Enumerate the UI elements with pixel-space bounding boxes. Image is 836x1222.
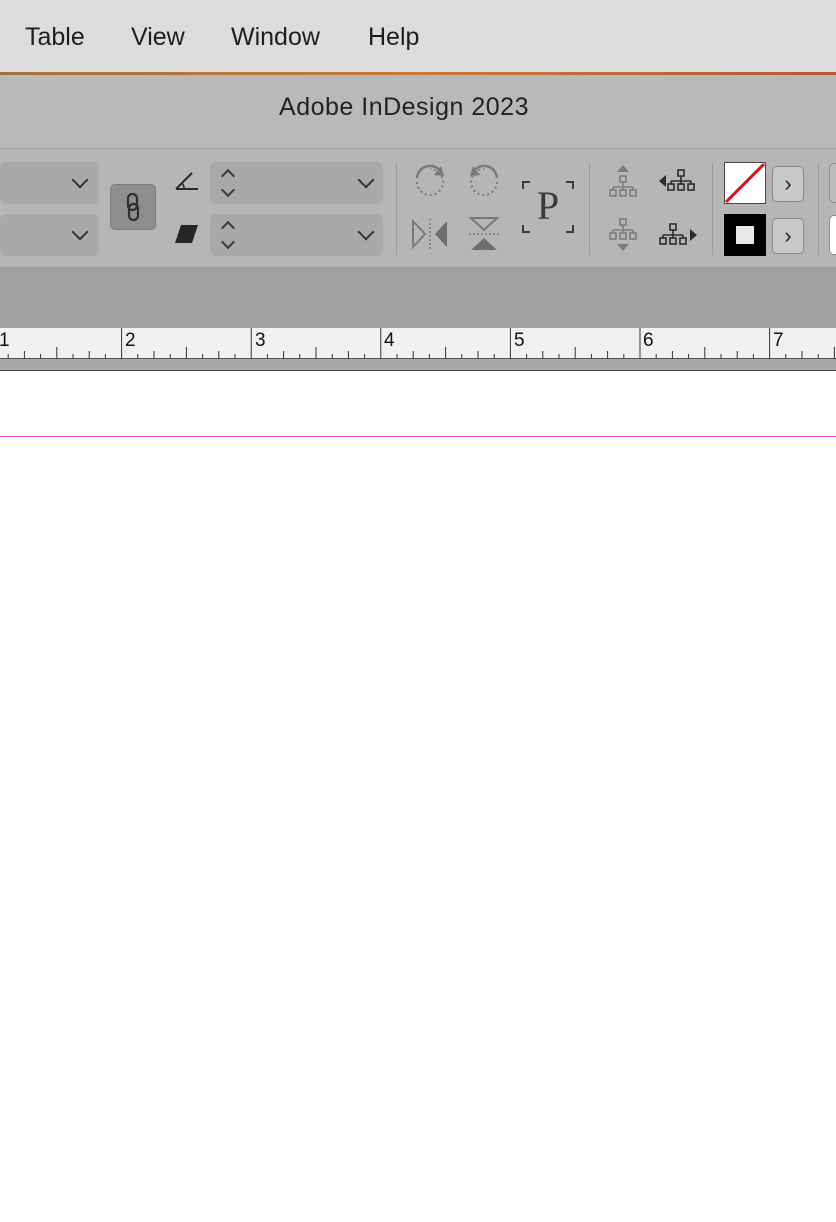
constrain-proportions-button[interactable] — [110, 184, 156, 230]
stroke-menu-button[interactable]: › — [772, 218, 804, 254]
window-title: Adobe InDesign 2023 — [279, 93, 529, 121]
chevron-right-icon: › — [784, 171, 792, 196]
select-next-object-icon[interactable] — [658, 223, 698, 249]
ruler-number: 6 — [643, 330, 654, 351]
menu-table[interactable]: Table — [25, 22, 85, 52]
divider — [712, 163, 713, 255]
rotation-stepper[interactable] — [220, 168, 236, 198]
divider — [396, 163, 397, 255]
width-dropdown[interactable] — [0, 162, 99, 204]
menu-window[interactable]: Window — [231, 22, 320, 52]
shear-angle-icon — [175, 225, 198, 243]
chevron-down-icon — [357, 223, 375, 241]
fill-swatch[interactable] — [724, 162, 766, 204]
margin-guide — [0, 436, 836, 437]
ruler-number: 5 — [514, 330, 525, 351]
divider — [589, 163, 590, 255]
ruler-number: 1 — [0, 330, 10, 351]
select-previous-object-icon[interactable] — [658, 169, 698, 195]
height-dropdown[interactable] — [0, 214, 99, 256]
flip-horizontal-icon[interactable] — [410, 217, 450, 251]
reference-point-proxy[interactable]: P — [520, 179, 576, 235]
stroke-weight-field[interactable] — [829, 163, 836, 203]
shear-stepper[interactable] — [220, 220, 236, 250]
rotation-angle-icon — [175, 172, 198, 190]
chevron-down-icon — [357, 171, 375, 189]
horizontal-ruler[interactable]: 1 2 3 4 5 6 7 — [0, 328, 836, 359]
app-menubar: Table View Window Help — [0, 0, 836, 74]
chevron-down-icon — [71, 171, 89, 189]
stroke-swatch[interactable] — [724, 214, 766, 256]
pasteboard-edge — [0, 359, 836, 371]
flip-vertical-icon[interactable] — [466, 215, 502, 253]
fill-menu-button[interactable]: › — [772, 166, 804, 202]
rotation-angle-field[interactable] — [210, 162, 383, 204]
shear-angle-field[interactable] — [210, 214, 383, 256]
document-tab-bar — [0, 268, 836, 328]
proxy-p-glyph: P — [536, 183, 560, 228]
none-swatch-icon — [724, 162, 766, 204]
ruler-number: 7 — [773, 330, 784, 351]
document-page[interactable] — [0, 371, 836, 1222]
divider — [818, 163, 819, 255]
stroke-type-field[interactable] — [829, 215, 836, 255]
rotate-clockwise-icon[interactable] — [411, 162, 449, 200]
menu-help[interactable]: Help — [368, 22, 419, 52]
black-stroke-swatch-icon — [736, 226, 754, 244]
select-content-icon[interactable] — [607, 217, 639, 253]
window-titlebar: Adobe InDesign 2023 — [0, 75, 836, 149]
select-container-icon[interactable] — [607, 163, 639, 199]
ruler-number: 3 — [255, 330, 266, 351]
chevron-right-icon: › — [784, 223, 792, 248]
menu-view[interactable]: View — [131, 22, 185, 52]
chevron-down-icon — [71, 223, 89, 241]
control-panel: P › › — [0, 149, 836, 268]
link-icon — [126, 192, 140, 222]
ruler-number: 2 — [125, 330, 136, 351]
ruler-number: 4 — [384, 330, 395, 351]
rotate-counterclockwise-icon[interactable] — [465, 162, 503, 200]
